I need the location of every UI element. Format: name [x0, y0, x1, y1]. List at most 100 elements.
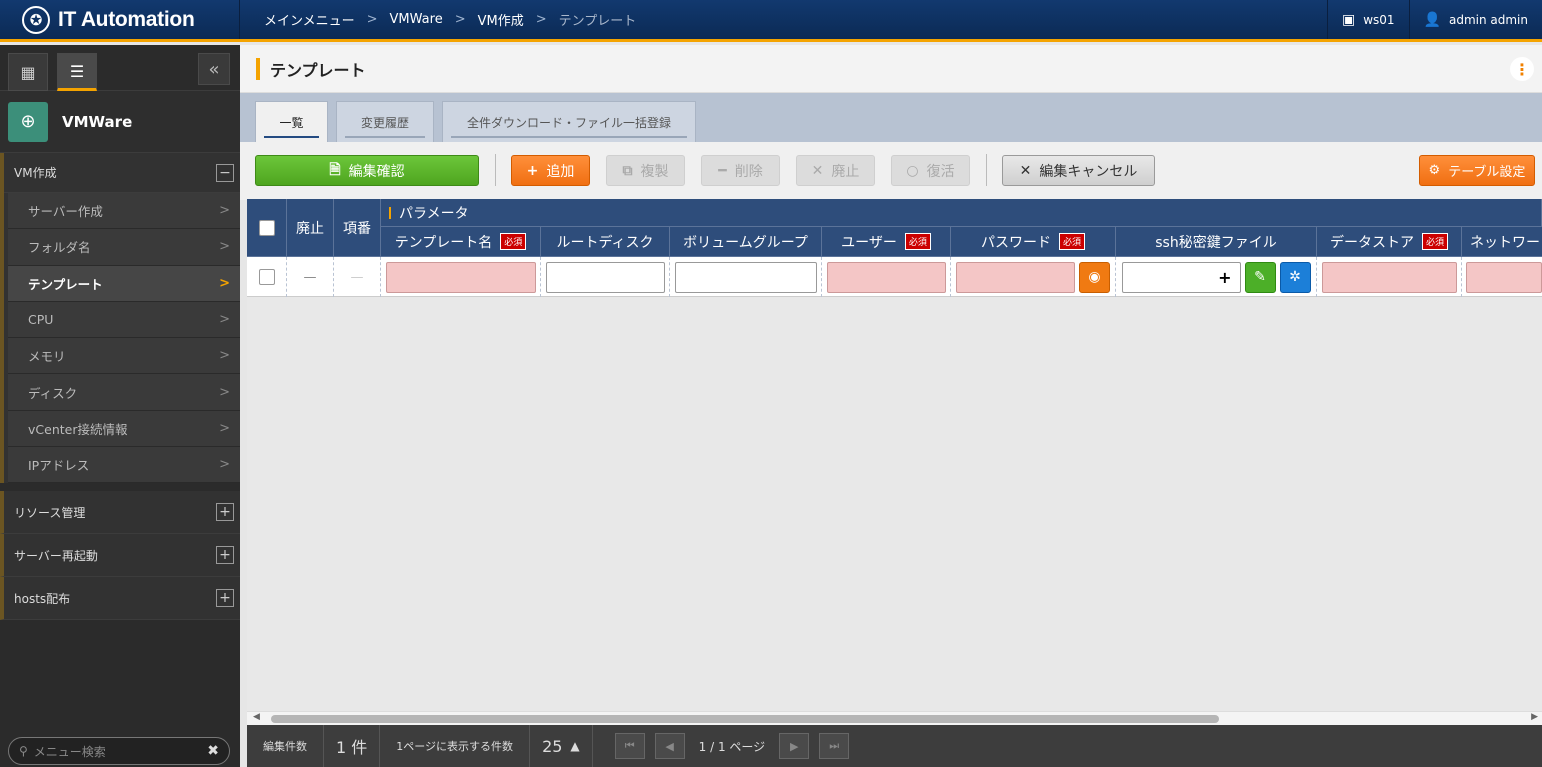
sidebar-item-memory[interactable]: メモリ > — [8, 338, 240, 375]
more-options-icon[interactable]: ⋮ — [1510, 57, 1534, 81]
user-input[interactable] — [826, 261, 946, 293]
workspace-button[interactable]: ▣ ws01 — [1326, 0, 1409, 39]
header-datastore[interactable]: データストア 必須 — [1317, 227, 1462, 257]
menu-group-toggle[interactable]: VM作成 − — [4, 153, 240, 193]
list-view-tab[interactable]: ☰ — [57, 53, 97, 91]
sidebar-item-server-create[interactable]: サーバー作成 > — [8, 193, 240, 230]
horizontal-scrollbar[interactable]: ◀ ▶ — [247, 711, 1542, 725]
header-root-disk[interactable]: ルートディスク — [541, 227, 670, 257]
breadcrumb-vm-create[interactable]: VM作成 — [478, 10, 524, 29]
tab-list[interactable]: 一覧 — [255, 101, 328, 142]
page-title: テンプレート — [270, 60, 366, 80]
copy-button[interactable]: ⧉ 複製 — [606, 155, 685, 186]
x-icon: ✕ — [1019, 162, 1032, 179]
per-page-select[interactable]: 25 ▲ — [530, 725, 593, 767]
edit-confirm-button[interactable]: 🗎 編集確認 — [255, 155, 479, 186]
table-settings-button[interactable]: ⚙ テーブル設定 — [1419, 155, 1535, 186]
x-icon: ✕ — [811, 162, 824, 179]
user-icon: 👤 — [1423, 11, 1441, 28]
sidebar-item-template[interactable]: テンプレート > — [8, 265, 240, 302]
header-template-name[interactable]: テンプレート名 必須 — [381, 227, 541, 257]
volume-group-input[interactable] — [674, 261, 817, 293]
add-button[interactable]: + 追加 — [511, 155, 590, 186]
edit-count-value: 1 件 — [324, 725, 381, 767]
header-group-parameters: パラメータ — [381, 199, 1542, 227]
sidebar-item-folder[interactable]: フォルダ名 > — [8, 229, 240, 266]
loading-icon[interactable]: ✲ — [1279, 261, 1311, 293]
password-input[interactable] — [956, 261, 1075, 293]
chevron-right-icon: > — [219, 457, 230, 473]
root-disk-cell — [541, 257, 670, 297]
first-page-icon: ⏮ — [624, 739, 635, 752]
template-name-input[interactable] — [385, 261, 536, 293]
menu-search-placeholder: メニュー検索 — [33, 744, 106, 759]
required-badge: 必須 — [1421, 233, 1448, 250]
data-table: 廃止 項番 パラメータ テンプレート名 必須 ルートディスク ボリュームグループ … — [247, 199, 1542, 711]
header-password[interactable]: パスワード 必須 — [951, 227, 1116, 257]
grid-view-tab[interactable]: ▦ — [8, 53, 48, 91]
sidebar-item-vcenter[interactable]: vCenter接続情報 > — [8, 410, 240, 448]
restore-button[interactable]: ○ 復活 — [891, 155, 970, 186]
header-no[interactable]: 項番 — [334, 199, 381, 257]
ssh-key-file-select[interactable]: + — [1121, 261, 1241, 293]
breadcrumb-vmware[interactable]: VMWare — [390, 12, 443, 27]
discard-button[interactable]: ✕ 廃止 — [796, 155, 875, 186]
header-network[interactable]: ネットワー — [1462, 227, 1542, 257]
menu-group-hosts[interactable]: hosts配布 + — [0, 577, 240, 621]
circle-icon: ○ — [906, 162, 919, 179]
prev-page-button[interactable]: ◀ — [654, 733, 685, 759]
plus-icon: + — [526, 162, 539, 179]
chevron-right-icon: > — [219, 239, 230, 255]
sidebar-item-cpu[interactable]: CPU > — [8, 301, 240, 339]
network-input[interactable] — [1466, 261, 1542, 293]
sidebar-item-ip-address[interactable]: IPアドレス > — [8, 447, 240, 484]
chevron-right-icon: > — [219, 312, 230, 328]
minus-icon: − — [216, 163, 234, 182]
table-row: — — ◉ + ✎ ✲ — [247, 257, 1542, 297]
user-menu-button[interactable]: 👤 admin admin — [1408, 0, 1542, 39]
header-discard[interactable]: 廃止 — [287, 199, 334, 257]
tab-download[interactable]: 全件ダウンロード・ファイル一括登録 — [442, 101, 696, 142]
sidebar-item-disk[interactable]: ディスク > — [8, 374, 240, 411]
breadcrumb-current: テンプレート — [558, 14, 637, 29]
root-disk-input[interactable] — [545, 261, 665, 293]
menu-group-resource[interactable]: リソース管理 + — [0, 491, 240, 535]
edit-icon[interactable]: ✎ — [1244, 261, 1276, 293]
header-ssh-key[interactable]: ssh秘密鍵ファイル — [1116, 227, 1317, 257]
datastore-cell — [1317, 257, 1462, 297]
app-logo[interactable]: ✪ IT Automation — [0, 0, 240, 39]
document-search-icon: 🗎 — [329, 161, 341, 178]
menu-search-input[interactable]: ⚲ メニュー検索 ✖ — [8, 737, 230, 765]
clear-icon[interactable]: ✖ — [207, 743, 219, 759]
datastore-input[interactable] — [1321, 261, 1457, 293]
first-page-button[interactable]: ⏮ — [614, 733, 645, 759]
breadcrumb-main-menu[interactable]: メインメニュー — [264, 10, 355, 29]
sidebar: ▦ ☰ « ⊕ VMWare VM作成 − サーバー作成 > フォルダ名 > テンプ… — [0, 45, 240, 767]
chevron-right-icon: > — [219, 384, 230, 400]
select-all-checkbox[interactable] — [258, 219, 275, 236]
scroll-left-icon[interactable]: ◀ — [253, 712, 260, 722]
grid-icon: ▦ — [20, 62, 36, 82]
per-page-label: 1ページに表示する件数 — [380, 725, 531, 767]
last-page-button[interactable]: ⏭ — [819, 733, 850, 759]
delete-button[interactable]: ━ 削除 — [701, 155, 780, 186]
header-user[interactable]: ユーザー 必須 — [822, 227, 951, 257]
plus-icon: + — [216, 546, 234, 565]
page-title-bar: テンプレート ⋮ — [240, 45, 1542, 93]
row-discard-cell: — — [287, 257, 334, 297]
double-chevron-left-icon: « — [208, 58, 220, 80]
list-icon: ☰ — [69, 61, 85, 81]
tab-history[interactable]: 変更履歴 — [336, 101, 434, 142]
header-volume-group[interactable]: ボリュームグループ — [670, 227, 822, 257]
chevron-right-icon: > — [219, 203, 230, 219]
prev-page-icon: ◀ — [665, 739, 674, 753]
next-page-button[interactable]: ▶ — [779, 733, 810, 759]
scrollbar-thumb[interactable] — [271, 715, 1219, 723]
cancel-edit-button[interactable]: ✕ 編集キャンセル — [1002, 155, 1155, 186]
collapse-sidebar-button[interactable]: « — [198, 53, 230, 85]
row-checkbox[interactable] — [258, 269, 275, 285]
menu-group-server-restart[interactable]: サーバー再起動 + — [0, 534, 240, 578]
eye-icon[interactable]: ◉ — [1079, 261, 1110, 293]
chevron-right-icon: > — [454, 12, 466, 27]
scroll-right-icon[interactable]: ▶ — [1531, 712, 1538, 722]
